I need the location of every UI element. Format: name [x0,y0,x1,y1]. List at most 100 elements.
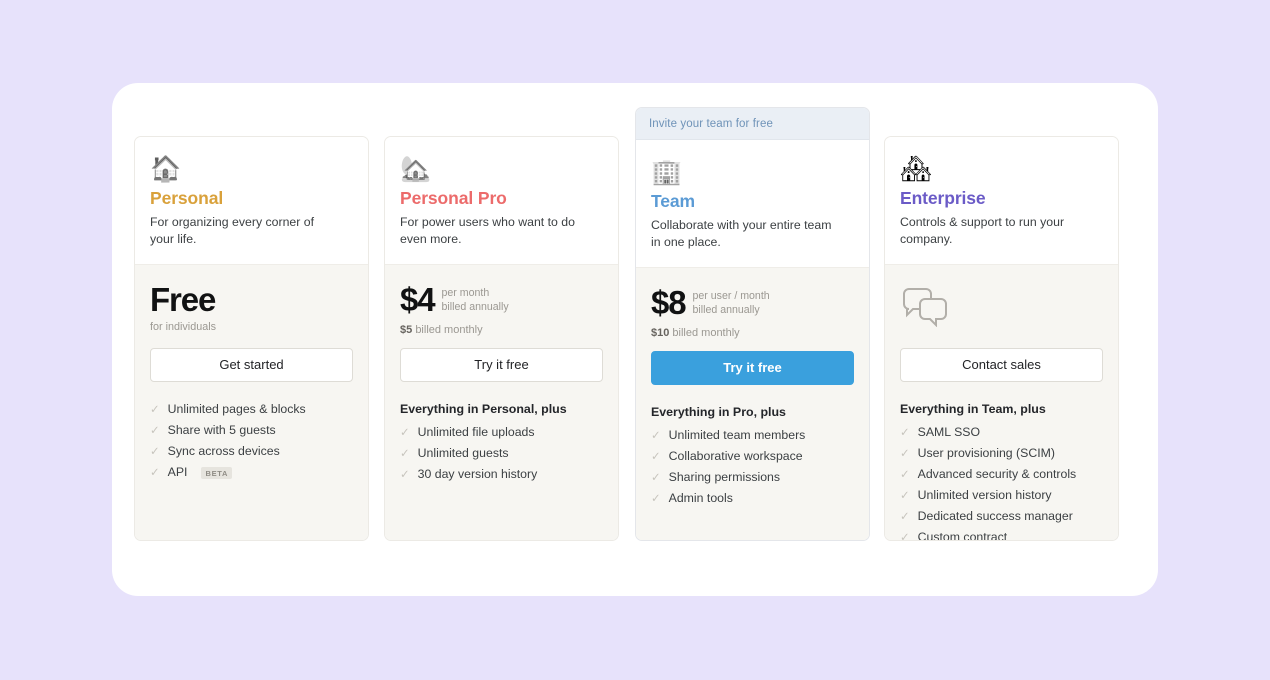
plan-price-amount: $8 [651,284,687,321]
check-icon: ✓ [400,448,410,460]
feature-label: Unlimited guests [417,446,509,460]
feature-label: Advanced security & controls [917,467,1077,481]
plan-tagline-personal: For organizing every corner of your life… [150,215,315,246]
check-icon: ✓ [900,490,910,502]
pricing-panel: 🏠 Personal For organizing every corner of … [112,83,1158,596]
check-icon: ✓ [651,493,661,505]
plan-price-personal-pro: $4 per month billed annually $5 billed mont… [400,283,603,347]
check-icon: ✓ [651,451,661,463]
plan-body-team: $8 per user / month billed annually $10 bil… [636,268,869,540]
plan-cta-personal[interactable]: Get started [150,348,353,382]
check-icon: ✓ [150,425,160,437]
plan-features-team: Everything in Pro, plus ✓ Unlimited team m… [651,405,854,512]
beta-badge: BETA [201,467,233,479]
plan-price-billing: billed annually [441,300,509,313]
feature-item: ✓ Share with 5 guests [150,423,353,438]
plan-card-team: Invite your team for free 🏢 Team Collaborat… [635,107,870,541]
plan-name-personal-pro: Personal Pro [400,188,507,208]
plan-tagline-enterprise: Controls & support to run your company. [900,215,1065,246]
feature-item: ✓ 30 day version history [400,467,603,482]
chat-bubbles-icon [903,288,947,328]
plan-tagline-personal-pro: For power users who want to do even more… [400,215,575,246]
check-icon: ✓ [900,448,910,460]
plan-cta-personal-pro[interactable]: Try it free [400,348,603,382]
feature-item: ✓ API BETA [150,465,353,480]
pricing-plans-row: 🏠 Personal For organizing every corner of … [112,83,1158,596]
feature-item: ✓ Collaborative workspace [651,449,854,464]
feature-label: API [167,465,188,479]
plan-banner-team: Invite your team for free [636,108,869,140]
plan-price-amount: Free [150,281,216,318]
feature-label: 30 day version history [417,467,538,481]
feature-item: ✓ Custom contract [900,530,1103,541]
feature-label: Collaborative workspace [668,449,803,463]
plan-price-billing: billed annually [692,303,760,316]
house-with-garden-icon: 🏡 [400,155,432,183]
plan-price-note: $10 billed monthly [651,327,854,339]
plan-price-sub: for individuals [150,321,217,333]
feature-item: ✓ Unlimited guests [400,446,603,461]
plan-header-enterprise: 🏘 Enterprise Controls & support to run you… [885,137,1118,265]
feature-item: ✓ SAML SSO [900,425,1103,440]
plan-name-enterprise: Enterprise [900,188,986,208]
cityscape-icon: 🏘 [900,155,932,183]
check-icon: ✓ [900,427,910,439]
plan-card-personal-pro: 🏡 Personal Pro For power users who want to… [384,136,619,541]
feature-label: Unlimited pages & blocks [167,402,306,416]
office-building-icon: 🏢 [651,158,683,186]
check-icon: ✓ [900,532,910,541]
plan-features-heading: Everything in Personal, plus [400,402,567,416]
plan-name-team: Team [651,191,696,211]
feature-label: Sync across devices [167,444,280,458]
plan-features-personal-pro: Everything in Personal, plus ✓ Unlimited f… [400,402,603,488]
feature-label: Unlimited team members [668,428,806,442]
plan-header-team: 🏢 Team Collaborate with your entire team i… [636,140,869,268]
plan-price-unit: per month [441,287,490,299]
plan-price-amount: $4 [400,281,436,318]
check-icon: ✓ [150,404,160,416]
feature-label: Admin tools [668,491,733,505]
plan-body-personal: Free for individuals Get started ✓ Unlimited… [135,265,368,540]
plan-features-heading: Everything in Pro, plus [651,405,786,419]
feature-item: ✓ Unlimited team members [651,428,854,443]
check-icon: ✓ [400,469,410,481]
plan-cta-enterprise[interactable]: Contact sales [900,348,1103,382]
plan-body-enterprise: Contact sales Everything in Team, plus ✓ SA… [885,265,1118,541]
plan-price-note: $5 billed monthly [400,324,603,336]
feature-label: Unlimited version history [917,488,1052,502]
plan-price-unit: per user / month [692,290,770,302]
plan-name-personal: Personal [150,188,224,208]
check-icon: ✓ [651,430,661,442]
feature-item: ✓ Admin tools [651,491,854,506]
plan-price-note-text: billed monthly [415,324,483,336]
check-icon: ✓ [900,511,910,523]
feature-label: Dedicated success manager [917,509,1073,523]
plan-price-enterprise [900,283,1103,347]
feature-item: ✓ Sync across devices [150,444,353,459]
plan-price-team: $8 per user / month billed annually $10 bil… [651,286,854,350]
feature-item: ✓ Unlimited version history [900,488,1103,503]
plan-header-personal-pro: 🏡 Personal Pro For power users who want to… [385,137,618,265]
check-icon: ✓ [400,427,410,439]
feature-item: ✓ Unlimited file uploads [400,425,603,440]
plan-price-note-amount: $5 [400,324,413,336]
feature-label: Unlimited file uploads [417,425,535,439]
plan-features-enterprise: Everything in Team, plus ✓ SAML SSO ✓ User p… [900,402,1103,541]
plan-features-heading: Everything in Team, plus [900,402,1046,416]
plan-tagline-team: Collaborate with your entire team in one… [651,218,832,249]
check-icon: ✓ [900,469,910,481]
feature-label: Custom contract [917,530,1008,541]
plan-price-note-text: billed monthly [672,327,740,339]
check-icon: ✓ [150,467,160,479]
plan-price-personal: Free for individuals [150,283,353,347]
feature-label: Sharing permissions [668,470,781,484]
house-icon: 🏠 [150,155,182,183]
plan-card-enterprise: 🏘 Enterprise Controls & support to run you… [884,136,1119,541]
feature-item: ✓ Unlimited pages & blocks [150,402,353,417]
feature-item: ✓ Sharing permissions [651,470,854,485]
feature-label: Share with 5 guests [167,423,276,437]
feature-label: User provisioning (SCIM) [917,446,1055,460]
plan-card-personal: 🏠 Personal For organizing every corner of … [134,136,369,541]
plan-body-personal-pro: $4 per month billed annually $5 billed mont… [385,265,618,540]
plan-cta-team[interactable]: Try it free [651,351,854,385]
